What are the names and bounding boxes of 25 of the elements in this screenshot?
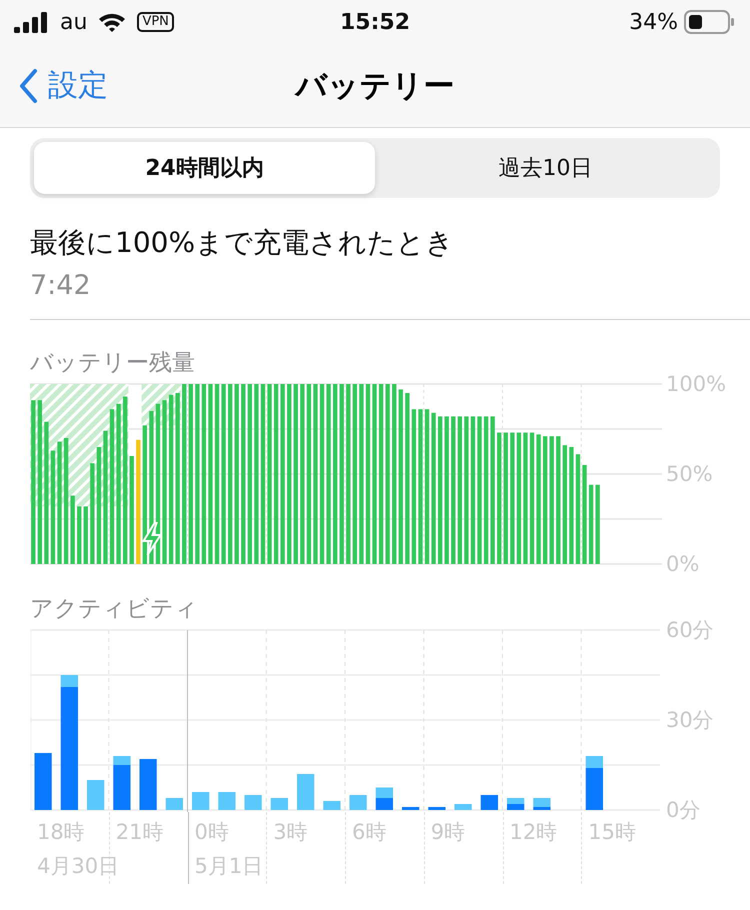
battery-percent: 34%	[629, 10, 678, 34]
axis-label: 0%	[666, 552, 700, 576]
vpn-indicator: VPN	[137, 12, 174, 32]
chart-title: アクティビティ	[30, 595, 199, 624]
axis-label: 60分	[666, 618, 714, 642]
axis-label: 50%	[666, 462, 713, 486]
axis-label: 12時	[510, 819, 558, 846]
axis-label: 9時	[430, 819, 466, 846]
chart-title: バッテリー残量	[30, 349, 196, 378]
axis-label: 18時	[37, 819, 85, 846]
axis-label: 100%	[666, 372, 726, 396]
last-charge-time: 7:42	[30, 270, 92, 301]
carrier-name: au	[60, 10, 88, 34]
date-label: 4月30日	[37, 853, 120, 880]
axis-label: 3時	[273, 819, 308, 846]
last-charge-label: 最後に100%まで充電されたとき	[30, 225, 456, 261]
axis-label: 6時	[352, 819, 386, 846]
axis-label: 30分	[666, 708, 714, 732]
page-title: バッテリー	[296, 66, 454, 106]
axis-label: 21時	[116, 819, 164, 846]
axis-label: 0分	[666, 798, 700, 822]
axis-label: 0時	[194, 819, 229, 846]
axis-label: 15時	[588, 819, 636, 846]
clock-time: 15:52	[340, 10, 410, 34]
date-label: 5月1日	[194, 853, 264, 880]
